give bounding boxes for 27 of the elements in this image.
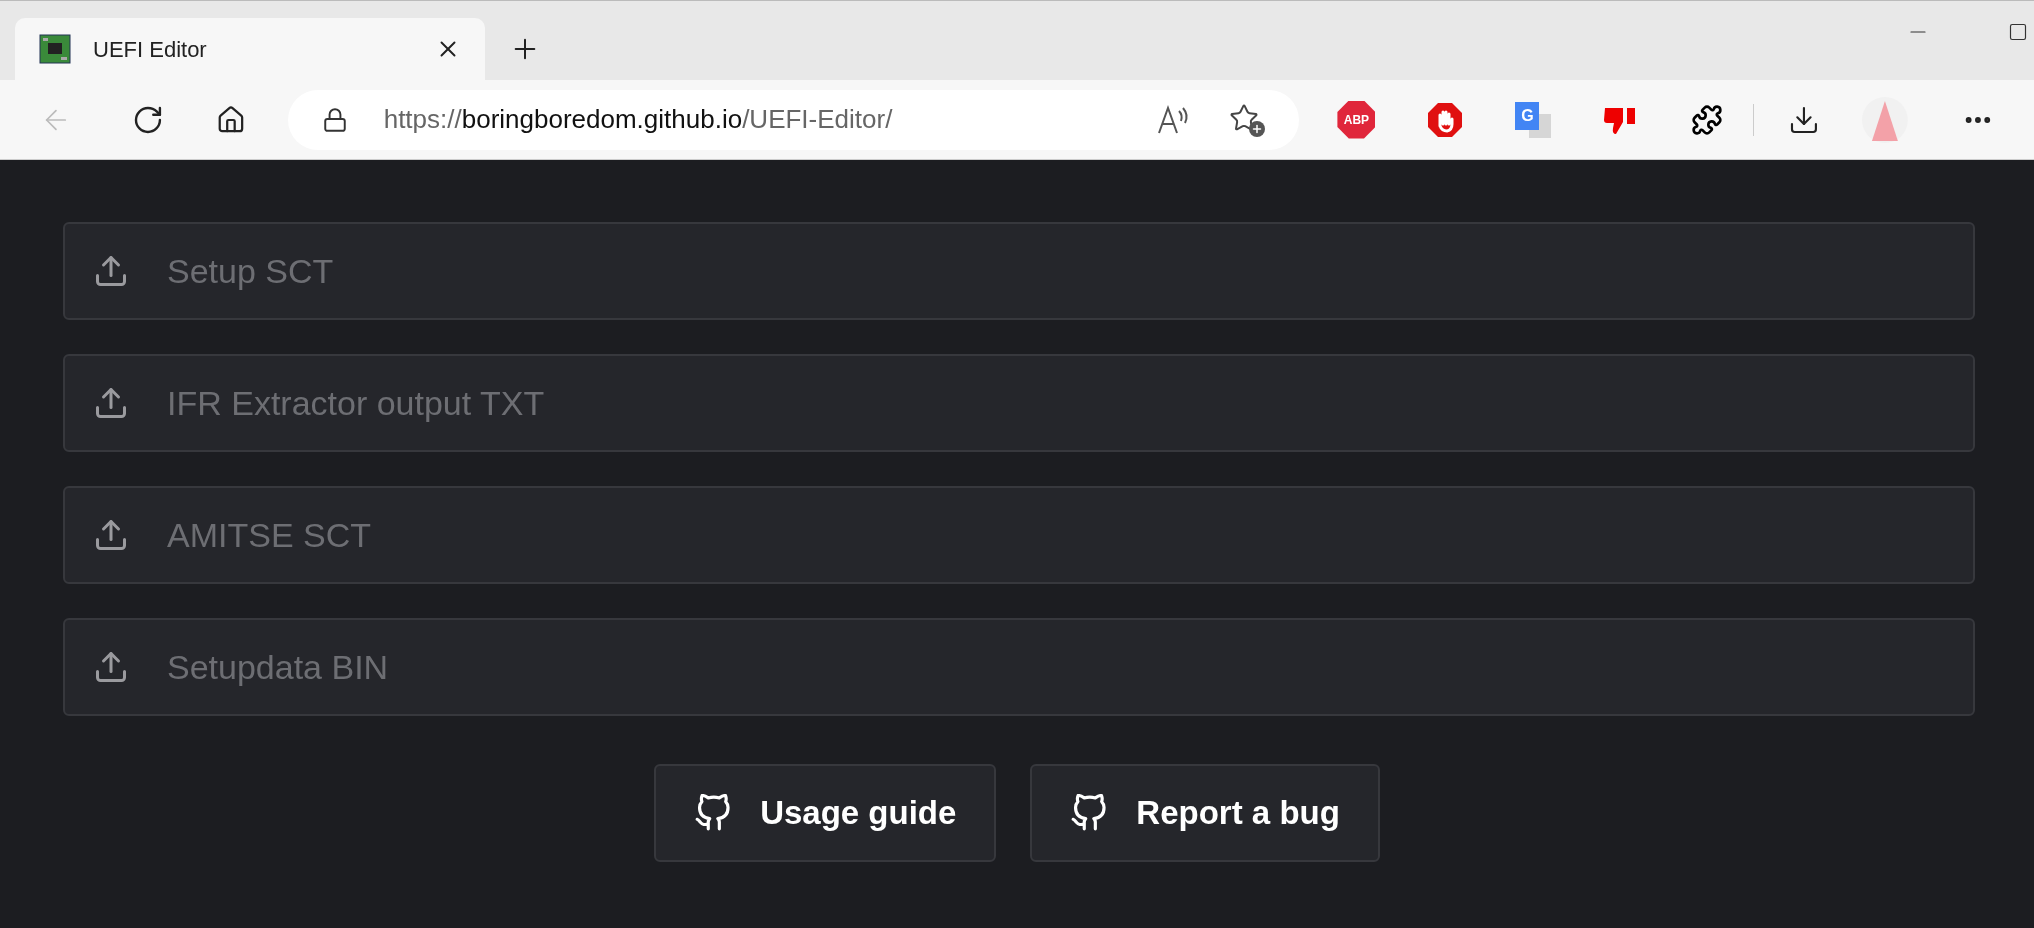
adblock-plus-icon[interactable]: ABP [1337,100,1376,139]
extensions-icon[interactable] [1691,103,1724,136]
file-upload-field[interactable]: Setup SCT [63,222,1975,320]
file-upload-field[interactable]: Setupdata BIN [63,618,1975,716]
file-label: AMITSE SCT [167,514,372,556]
stop-hand-icon[interactable] [1427,101,1464,138]
upload-icon [93,253,129,289]
url-text: https://boringboredom.github.io/UEFI-Editor/ [383,103,893,136]
upload-icon [93,385,129,421]
file-upload-field[interactable]: IFR Extractor output TXT [63,354,1975,452]
github-link-button[interactable]: Usage guide [654,764,997,862]
github-link-button[interactable]: Report a bug [1030,764,1380,862]
lock-icon [321,106,348,133]
github-icon [694,794,733,832]
tab-title: UEFI Editor [93,35,208,64]
file-label: IFR Extractor output TXT [167,382,545,424]
address-bar[interactable]: https://boringboredom.github.io/UEFI-Editor/ [287,89,1300,150]
upload-icon [93,649,129,685]
github-icon [1070,794,1109,832]
browser-tab[interactable]: UEFI Editor [15,18,485,80]
add-favorite-icon[interactable] [1229,102,1266,137]
file-label: Setup SCT [167,250,334,292]
file-label: Setupdata BIN [167,646,389,688]
circuit-board-icon [39,34,71,64]
upload-icon [93,517,129,553]
file-upload-field[interactable]: AMITSE SCT [63,486,1975,584]
maximize-icon[interactable] [2008,22,2028,42]
